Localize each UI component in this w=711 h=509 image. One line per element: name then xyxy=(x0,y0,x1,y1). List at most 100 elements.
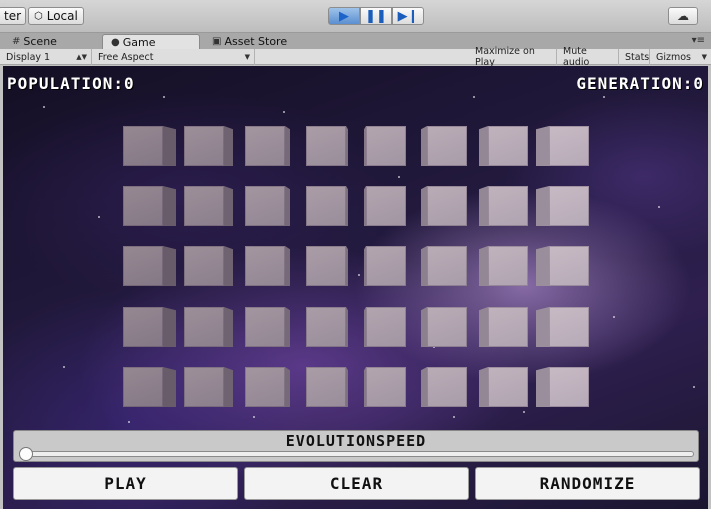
cube-side-face xyxy=(479,126,488,166)
evolution-speed-label: EVOLUTIONSPEED xyxy=(285,432,427,450)
cube-front-face xyxy=(306,246,346,286)
cube-side-face xyxy=(224,186,233,226)
cube-front-face xyxy=(366,246,406,286)
cube-side-face xyxy=(163,246,176,286)
chevron-down-icon: ▼ xyxy=(244,53,250,61)
step-button[interactable]: ▶❙ xyxy=(392,7,424,25)
tab-label: Game xyxy=(122,35,156,49)
game-view: POPULATION:0 GENERATION:0 EVOLUTIONSPEED… xyxy=(3,66,708,509)
chevron-down-icon: ▼ xyxy=(701,53,707,61)
star xyxy=(693,386,695,388)
cube-front-face xyxy=(488,307,528,347)
cube-front-face xyxy=(549,246,589,286)
cube-side-face xyxy=(224,307,233,347)
stats-label: Stats xyxy=(625,51,650,63)
cube-front-face xyxy=(306,367,346,407)
cube-side-face xyxy=(285,367,290,407)
tab-asset-store[interactable]: ▣ Asset Store xyxy=(204,34,295,49)
cube-side-face xyxy=(163,186,176,226)
cube-front-face xyxy=(488,367,528,407)
pause-icon: ❚❚ xyxy=(365,8,387,24)
cube-front-face xyxy=(123,186,163,226)
cube-front-face xyxy=(245,246,285,286)
aspect-select[interactable]: Free Aspect ▼ xyxy=(92,49,255,65)
star xyxy=(63,366,65,368)
star xyxy=(398,176,400,178)
cube-side-face xyxy=(346,126,348,166)
editor-toolbar: ter ⬡ Local ▶ ❚❚ ▶❙ ☁ xyxy=(0,0,711,33)
grid-cell[interactable] xyxy=(3,66,589,407)
star xyxy=(358,274,360,276)
cube-side-face xyxy=(346,367,348,407)
cube-side-face xyxy=(224,367,233,407)
cube-front-face xyxy=(123,367,163,407)
stats-toggle[interactable]: Stats xyxy=(619,49,650,65)
cube-front-face xyxy=(549,367,589,407)
cube-side-face xyxy=(163,367,176,407)
cube-side-face xyxy=(479,246,488,286)
mute-label: Mute audio xyxy=(563,46,590,68)
cube-front-face xyxy=(427,246,467,286)
cube-front-face xyxy=(549,126,589,166)
play-icon: ▶ xyxy=(339,8,349,24)
store-icon: ▣ xyxy=(212,36,222,47)
maximize-label: Maximize on Play xyxy=(475,46,535,68)
randomize-button[interactable]: RANDOMIZE xyxy=(475,467,700,500)
cube-front-face xyxy=(488,186,528,226)
cube-side-face xyxy=(224,246,233,286)
tab-scene[interactable]: # Scene xyxy=(4,34,65,49)
cube-icon: ⬡ xyxy=(34,10,43,22)
cloud-button[interactable]: ☁ xyxy=(668,7,698,25)
cube-side-face xyxy=(536,186,549,226)
local-toggle[interactable]: ⬡ Local xyxy=(28,7,84,25)
gamepad-icon: ● xyxy=(111,36,120,48)
cube-side-face xyxy=(224,126,233,166)
tab-menu-icon[interactable]: ▾≡ xyxy=(692,35,705,46)
cube-front-face xyxy=(184,126,224,166)
slider-thumb[interactable] xyxy=(19,447,33,461)
play-sim-button[interactable]: PLAY xyxy=(13,467,238,500)
cube-side-face xyxy=(479,367,488,407)
display-select[interactable]: Display 1 ▲▼ xyxy=(0,49,92,65)
cube-front-face xyxy=(488,246,528,286)
cube-side-face xyxy=(285,246,290,286)
cube-side-face xyxy=(536,126,549,166)
star xyxy=(253,416,255,418)
play-button[interactable]: ▶ xyxy=(328,7,360,25)
cube-front-face xyxy=(306,126,346,166)
cube-front-face xyxy=(306,186,346,226)
star xyxy=(283,111,285,113)
cube-front-face xyxy=(366,307,406,347)
star xyxy=(658,206,660,208)
cube-front-face xyxy=(184,367,224,407)
aspect-value: Free Aspect xyxy=(98,51,154,63)
cube-side-face xyxy=(163,307,176,347)
cube-front-face xyxy=(488,126,528,166)
star xyxy=(473,96,475,98)
cube-side-face xyxy=(285,126,290,166)
cube-side-face xyxy=(479,307,488,347)
tab-game[interactable]: ● Game xyxy=(102,34,200,49)
pivot-toggle[interactable]: ter xyxy=(0,7,26,25)
cube-side-face xyxy=(346,186,348,226)
hash-icon: # xyxy=(12,36,21,47)
star xyxy=(128,421,130,423)
evolution-speed-panel: EVOLUTIONSPEED xyxy=(13,430,699,462)
display-value: Display 1 xyxy=(6,51,51,63)
star xyxy=(523,411,525,413)
cube-front-face xyxy=(245,307,285,347)
cube-side-face xyxy=(163,126,176,166)
evolution-speed-slider[interactable] xyxy=(19,447,694,461)
cube-front-face xyxy=(366,186,406,226)
generation-counter: GENERATION:0 xyxy=(576,74,704,93)
gizmos-select[interactable]: Gizmos ▼ xyxy=(650,49,711,65)
star xyxy=(98,216,100,218)
mute-audio-toggle[interactable]: Mute audio xyxy=(557,46,619,68)
cube-side-face xyxy=(285,186,290,226)
cube-side-face xyxy=(536,307,549,347)
clear-button[interactable]: CLEAR xyxy=(244,467,469,500)
maximize-on-play-toggle[interactable]: Maximize on Play xyxy=(469,46,557,68)
pause-button[interactable]: ❚❚ xyxy=(360,7,392,25)
cube-front-face xyxy=(123,126,163,166)
cube-front-face xyxy=(184,307,224,347)
